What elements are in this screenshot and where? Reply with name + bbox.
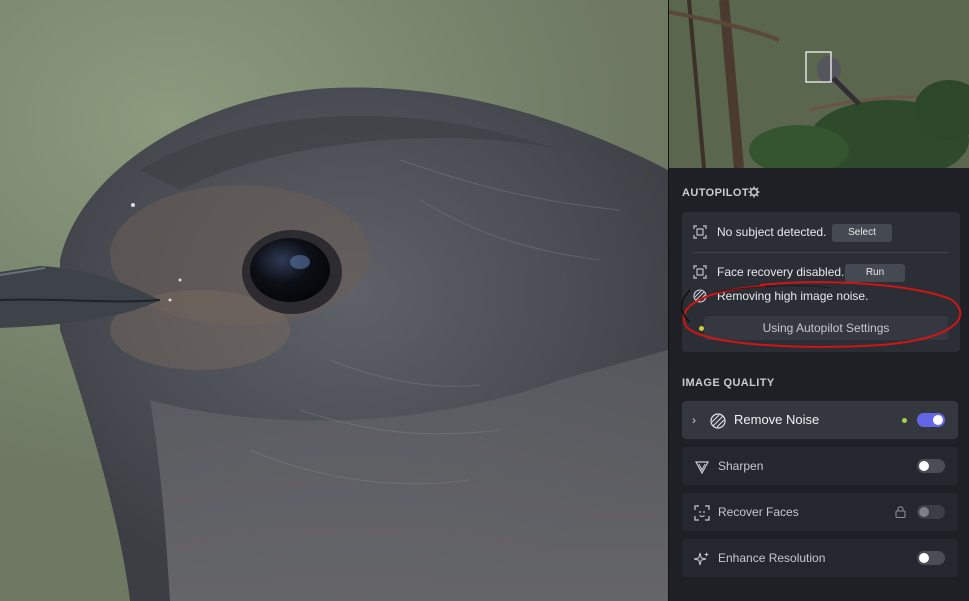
recover-faces-label: Recover Faces (718, 505, 799, 519)
sparkle-icon (694, 552, 709, 566)
autopilot-title: AUTOPILOT (682, 187, 749, 199)
autopilot-settings-button[interactable]: Using Autopilot Settings (704, 316, 948, 340)
noise-status-row: Removing high image noise. (693, 286, 868, 306)
chevron-right-icon[interactable]: › (692, 413, 702, 427)
enhance-resolution-label: Enhance Resolution (718, 551, 826, 565)
autopilot-divider (693, 252, 948, 253)
subject-status-row: No subject detected. (693, 222, 826, 242)
face-status-row: Face recovery disabled. (693, 262, 844, 282)
face-scan-icon (694, 505, 710, 521)
image-quality-title: IMAGE QUALITY (682, 377, 775, 389)
image-canvas[interactable] (0, 0, 668, 601)
autopilot-box: No subject detected. Select Face recover… (682, 212, 960, 352)
select-subject-button[interactable]: Select (832, 224, 892, 242)
face-status-text: Face recovery disabled. (717, 265, 845, 279)
remove-noise-label: Remove Noise (734, 412, 820, 427)
sharpen-toggle[interactable] (917, 459, 945, 473)
face-scan-icon (693, 265, 707, 279)
recover-faces-row[interactable]: Recover Faces (682, 493, 958, 531)
run-face-recovery-button[interactable]: Run (845, 264, 905, 282)
enhance-resolution-toggle[interactable] (917, 551, 945, 565)
sharpen-row[interactable]: Sharpen (682, 447, 958, 485)
navigator-preview-image (669, 0, 969, 168)
side-panel: AUTOPILOT No subject detected. Select Fa… (668, 0, 969, 601)
remove-noise-toggle[interactable] (917, 413, 945, 427)
recover-faces-toggle[interactable] (917, 505, 945, 519)
gear-icon[interactable] (748, 186, 760, 198)
remove-noise-row[interactable]: › Remove Noise (682, 401, 958, 439)
noise-status-text: Removing high image noise. (717, 289, 869, 303)
active-indicator-dot (902, 418, 907, 423)
enhance-resolution-row[interactable]: Enhance Resolution (682, 539, 958, 577)
bird-closeup-photo (0, 87, 668, 601)
noise-icon (710, 413, 726, 429)
noise-icon (693, 289, 707, 303)
sharpen-icon (694, 461, 710, 475)
subject-status-text: No subject detected. (717, 225, 827, 239)
navigator-thumbnail[interactable] (669, 0, 969, 168)
subject-detect-icon (693, 225, 707, 239)
sharpen-label: Sharpen (718, 459, 764, 473)
lock-icon (895, 506, 906, 518)
